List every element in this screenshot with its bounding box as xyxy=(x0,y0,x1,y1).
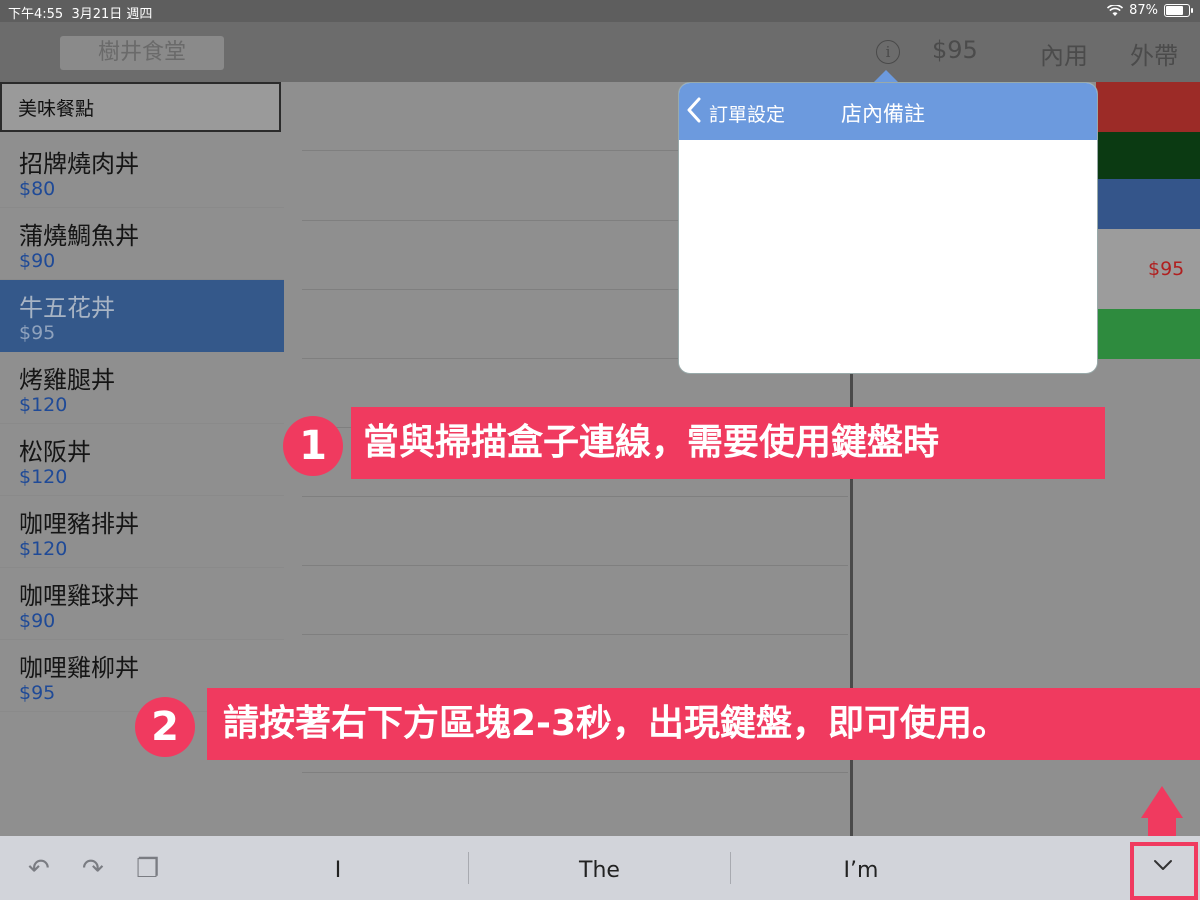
menu-item-price: $90 xyxy=(19,250,56,272)
popover-arrow xyxy=(874,70,898,82)
undo-icon[interactable]: ↶ xyxy=(28,854,50,884)
battery-level xyxy=(1166,6,1184,15)
category-tab[interactable]: 美味餐點 xyxy=(0,82,281,132)
info-icon[interactable]: i xyxy=(876,40,900,64)
menu-item-price: $90 xyxy=(19,610,56,632)
takeout-button[interactable]: 外帶 xyxy=(1130,36,1178,71)
battery-icon xyxy=(1164,4,1193,17)
order-total: $95 xyxy=(932,36,978,64)
status-bar: 下午4:55 3月21日 週四 87% xyxy=(0,0,1200,22)
wifi-icon xyxy=(1107,4,1124,16)
back-button[interactable]: 訂單設定 xyxy=(709,100,785,127)
menu-item[interactable]: 烤雞腿丼 $120 xyxy=(0,352,284,424)
menu-item-name: 咖哩雞柳丼 xyxy=(19,654,139,682)
step-badge-1: 1 xyxy=(283,416,343,476)
suggestion-2[interactable]: The xyxy=(469,858,730,883)
menu-item[interactable]: 蒲燒鯛魚丼 $90 xyxy=(0,208,284,280)
status-date: 3月21日 週四 xyxy=(71,7,153,22)
grid-line xyxy=(302,634,848,635)
notes-popover: 訂單設定 店內備註 xyxy=(678,82,1098,374)
order-row-blue[interactable] xyxy=(1096,179,1200,229)
redo-icon[interactable]: ↷ xyxy=(82,854,104,884)
menu-item[interactable]: 招牌燒肉丼 $80 xyxy=(0,136,284,208)
menu-item[interactable]: 咖哩雞球丼 $90 xyxy=(0,568,284,640)
status-time: 下午4:55 xyxy=(8,7,64,22)
status-time-date: 下午4:55 3月21日 週四 xyxy=(8,3,152,22)
suggestion-3[interactable]: I’m xyxy=(731,858,991,883)
menu-item-name: 牛五花丼 xyxy=(19,294,115,322)
suggestion-1[interactable]: I xyxy=(208,858,468,883)
annotation-banner-2: 請按著右下方區塊2-3秒，出現鍵盤，即可使用。 xyxy=(207,688,1200,760)
grid-line xyxy=(302,772,848,773)
grid-line xyxy=(302,565,848,566)
order-row-dark-green[interactable] xyxy=(1096,132,1200,179)
restaurant-button[interactable]: 樹井食堂 xyxy=(60,36,224,70)
grid-line xyxy=(302,496,848,497)
menu-item-name: 咖哩豬排丼 xyxy=(19,510,139,538)
dine-in-button[interactable]: 內用 xyxy=(1040,36,1088,71)
step-badge-2: 2 xyxy=(135,697,195,757)
menu-item-name: 招牌燒肉丼 xyxy=(19,150,139,178)
status-right: 87% xyxy=(1107,3,1193,18)
menu-item-price: $95 xyxy=(19,322,56,344)
menu-item-price: $95 xyxy=(19,682,56,704)
arrow-up-icon xyxy=(1141,786,1183,818)
chevron-down-icon[interactable] xyxy=(1150,852,1176,885)
menu-item-price: $120 xyxy=(19,394,68,416)
chevron-left-icon[interactable] xyxy=(687,97,701,130)
menu-list: 招牌燒肉丼 $80 蒲燒鯛魚丼 $90 牛五花丼 $95 烤雞腿丼 $120 松… xyxy=(0,136,284,712)
menu-item[interactable]: 松阪丼 $120 xyxy=(0,424,284,496)
popover-header: 訂單設定 店內備註 xyxy=(679,83,1097,140)
menu-item-price: $80 xyxy=(19,178,56,200)
menu-item-name: 烤雞腿丼 xyxy=(19,366,115,394)
menu-item-name: 松阪丼 xyxy=(19,438,91,466)
menu-item-price: $120 xyxy=(19,538,68,560)
menu-item-price: $120 xyxy=(19,466,68,488)
paste-icon[interactable]: ❐ xyxy=(136,854,159,884)
notes-text-area[interactable] xyxy=(679,140,1097,372)
order-price: $95 xyxy=(1148,258,1185,280)
nav-bar: 樹井食堂 i $95 內用 外帶 xyxy=(0,22,1200,82)
order-row-green[interactable] xyxy=(1096,309,1200,359)
popover-title: 店內備註 xyxy=(841,102,925,126)
order-row-red[interactable] xyxy=(1096,82,1200,132)
menu-item-selected[interactable]: 牛五花丼 $95 xyxy=(0,280,284,352)
menu-item[interactable]: 咖哩豬排丼 $120 xyxy=(0,496,284,568)
annotation-banner-1: 當與掃描盒子連線，需要使用鍵盤時 xyxy=(351,407,1105,479)
keyboard-shortcut-bar: ↶ ↷ ❐ I The I’m xyxy=(0,836,1200,900)
battery-percent: 87% xyxy=(1129,3,1158,18)
menu-item-name: 蒲燒鯛魚丼 xyxy=(19,222,139,250)
menu-item-name: 咖哩雞球丼 xyxy=(19,582,139,610)
